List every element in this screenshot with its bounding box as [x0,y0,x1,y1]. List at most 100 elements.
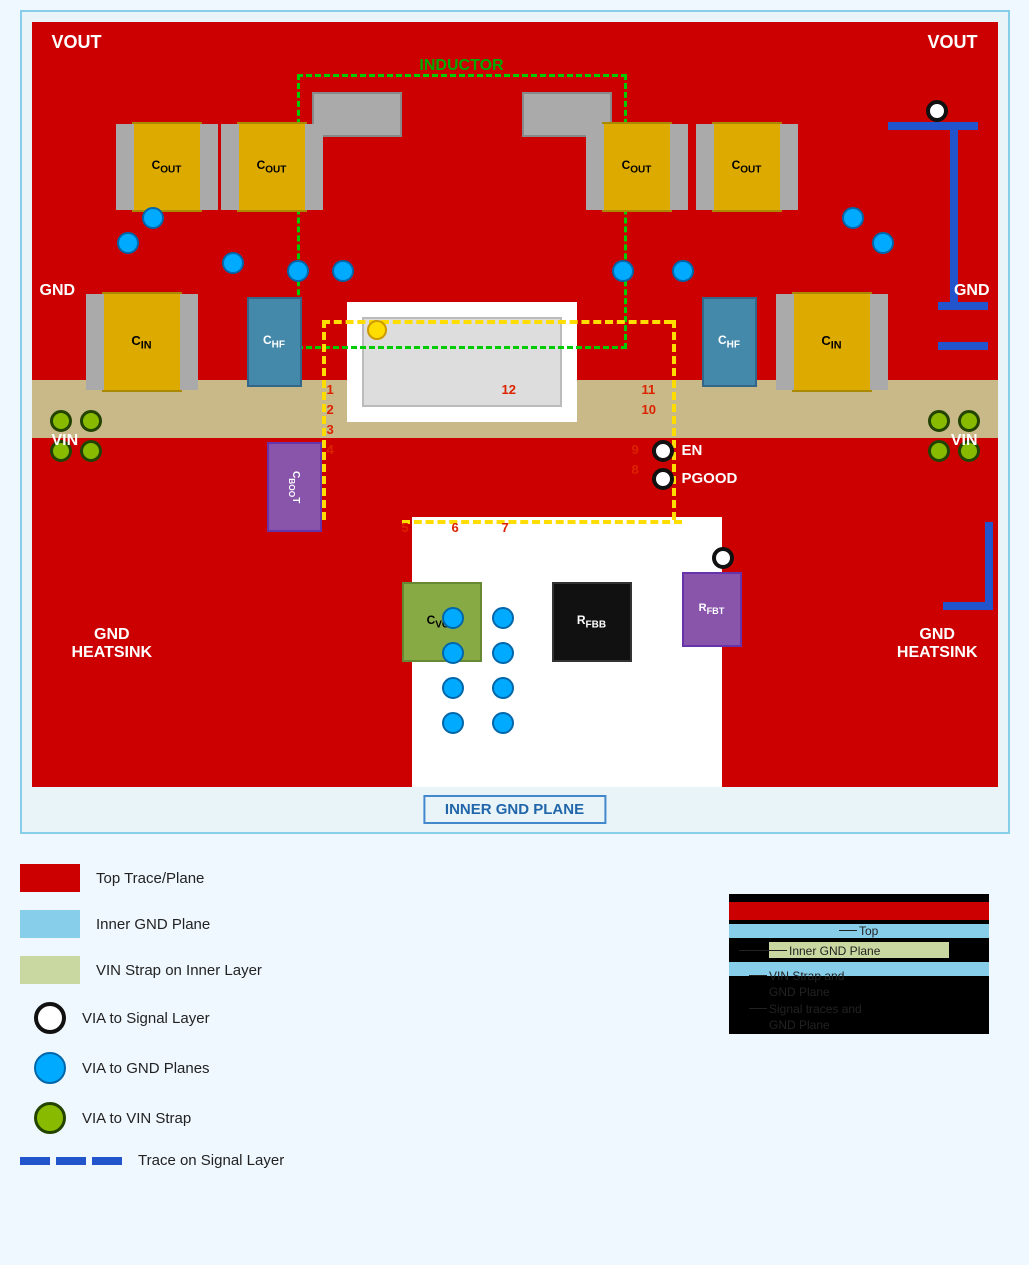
cin-left: CIN [102,292,182,392]
via-signal-pgood [652,468,674,490]
cs-label-signal: Signal traces andGND Plane [769,1002,862,1033]
blue-trace-h3 [938,342,988,350]
via-signal-rfbt [712,547,734,569]
via-gnd-12 [442,642,464,664]
legend-via-gnd-label: VIA to GND Planes [82,1060,210,1077]
cout-tr2-label: COUT [732,158,762,175]
cout-tl2: COUT [237,122,307,212]
via-gnd-16 [442,712,464,734]
via-vin-4 [80,440,102,462]
yellow-dot [367,320,387,340]
legend-inner-gnd-label: Inner GND Plane [96,916,210,933]
legend-vin-strap-label: VIN Strap on Inner Layer [96,962,262,979]
legend-area: Top Trace/Plane Inner GND Plane VIN Stra… [0,844,1029,1197]
pin-5: 5 [402,520,409,535]
inductor-comp-1 [312,92,402,137]
blue-trace-h1 [888,122,978,130]
legend-via-vin-swatch [34,1102,66,1134]
legend-vin-strap: VIN Strap on Inner Layer [20,956,629,984]
legend-trace-signal: Trace on Signal Layer [20,1152,629,1169]
pin-9: 9 [632,442,639,457]
vout-tr-label: VOUT [927,32,977,53]
via-gnd-2 [117,232,139,254]
rfbb: RFBB [552,582,632,662]
chf-left-label: CHF [263,333,285,350]
cs-label-gnd-text: Inner GND Plane [789,944,880,958]
inner-gnd-plane-label: INNER GND PLANE [423,795,606,824]
pcb-area: INDUCTOR COUT COUT COUT COUT [22,12,1008,832]
yellow-trace-h2 [402,520,682,524]
via-signal-tr [926,100,948,122]
cs-label-top-text: Top [859,924,878,938]
pin-6: 6 [452,520,459,535]
legend-left: Top Trace/Plane Inner GND Plane VIN Stra… [20,864,629,1187]
vin-bl-label: VIN [52,432,79,450]
pin-3: 3 [327,422,334,437]
cs-arrow-gnd [739,950,787,951]
legend-via-gnd: VIA to GND Planes [20,1052,629,1084]
rfbt-label: RFBT [699,602,725,616]
blue-trace-v1 [950,122,958,302]
cs-top-layer [729,902,989,920]
cs-label-vin: VIN Strap andGND Plane [769,969,844,1000]
cout-tl2-label: COUT [257,158,287,175]
cs-label-top: Top [859,924,878,938]
cross-section-container: Top Inner GND Plane VIN Strap andGND Pla… [649,894,1009,1034]
gnd-hs-r-label: GNDHEATSINK [897,626,978,662]
legend-via-signal: VIA to Signal Layer [20,1002,629,1034]
via-gnd-13 [492,642,514,664]
vout-tl-label: VOUT [52,32,102,53]
cs-signal-layer [729,962,989,976]
pin-11: 11 [642,382,656,397]
via-gnd-1 [142,207,164,229]
legend-trace-signal-swatch [20,1157,122,1165]
pin-1: 1 [327,382,334,397]
chf-right-label: CHF [718,333,740,350]
legend-via-signal-swatch [34,1002,66,1034]
via-gnd-7 [872,232,894,254]
pin-10: 10 [642,402,656,417]
cin-right: CIN [792,292,872,392]
pin-12: 12 [502,382,516,397]
legend-via-vin: VIA to VIN Strap [20,1102,629,1134]
pcb-diagram: INDUCTOR COUT COUT COUT COUT [20,10,1010,834]
pin-8: 8 [632,462,639,477]
cin-left-label: CIN [131,333,151,352]
rfbt: RFBT [682,572,742,647]
cs-label-gnd: Inner GND Plane [789,944,880,958]
via-gnd-10 [442,607,464,629]
legend-via-vin-label: VIA to VIN Strap [82,1110,191,1127]
via-gnd-17 [492,712,514,734]
cout-tr1-label: COUT [622,158,652,175]
cout-tr1: COUT [602,122,672,212]
legend-via-gnd-swatch [34,1052,66,1084]
legend-top-trace-swatch [20,864,80,892]
cs-arrow-vin [749,975,767,976]
cin-right-label: CIN [821,333,841,352]
chf-left: CHF [247,297,302,387]
en-label: EN [682,442,703,459]
via-vin-2 [80,410,102,432]
legend-inner-gnd: Inner GND Plane [20,910,629,938]
pin-7: 7 [502,520,509,535]
via-gnd-8 [672,260,694,282]
pin-2: 2 [327,402,334,417]
cs-arrow-top [839,930,857,931]
legend-top-trace-label: Top Trace/Plane [96,870,204,887]
blue-trace-v2 [985,522,993,602]
via-vin-6 [928,410,950,432]
cs-arrow-signal [749,1008,767,1009]
cout-tl1-label: COUT [152,158,182,175]
pin-4: 4 [327,442,334,457]
via-gnd-5 [222,252,244,274]
legend-trace-signal-label: Trace on Signal Layer [138,1152,284,1169]
cout-tl1: COUT [132,122,202,212]
inductor-label: INDUCTOR [419,57,503,75]
via-vin-1 [50,410,72,432]
legend-via-signal-label: VIA to Signal Layer [82,1010,210,1027]
cout-tr2: COUT [712,122,782,212]
chf-right: CHF [702,297,757,387]
gnd-hs-l-label: GNDHEATSINK [72,626,153,662]
via-gnd-4 [332,260,354,282]
via-vin-8 [928,440,950,462]
